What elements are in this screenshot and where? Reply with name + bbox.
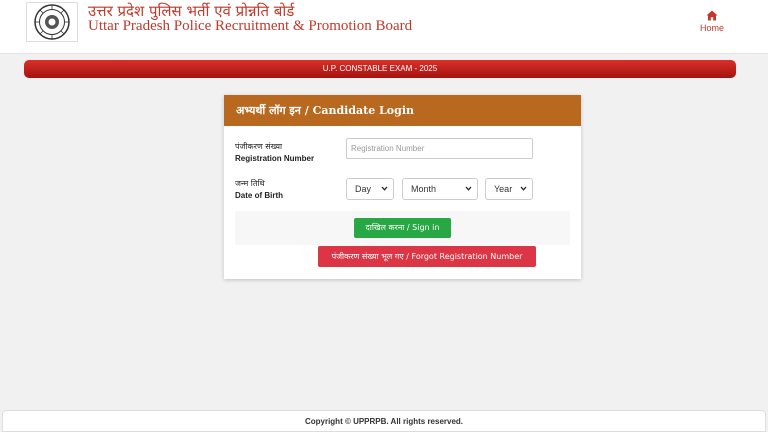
site-title-english: Uttar Pradesh Police Recruitment & Promo… — [88, 18, 413, 34]
year-select-value: Year — [494, 184, 513, 194]
home-icon — [706, 10, 718, 21]
login-card: अभ्यर्थी लॉग इन / Candidate Login पंजीकर… — [224, 95, 581, 279]
exam-banner: U.P. CONSTABLE EXAM - 2025 — [24, 60, 736, 78]
registration-input[interactable] — [346, 138, 533, 159]
month-select[interactable]: Month — [402, 178, 478, 200]
dob-label-english: Date of Birth — [235, 191, 283, 200]
registration-label-hindi: पंजीकरण संख्या — [235, 142, 283, 151]
home-link[interactable]: Home — [696, 10, 728, 33]
dob-label-hindi: जन्म तिथि — [235, 179, 265, 188]
footer-copyright: Copyright © UPPRPB. All rights reserved. — [2, 410, 766, 432]
day-select-value: Day — [355, 184, 372, 194]
registration-label-english: Registration Number — [235, 154, 315, 163]
day-select[interactable]: Day — [346, 178, 394, 200]
site-header: उत्तर प्रदेश पुलिस भर्ती एवं प्रोन्नति ब… — [0, 0, 768, 54]
chevron-down-icon — [465, 186, 472, 191]
month-select-value: Month — [411, 184, 437, 194]
home-label: Home — [699, 23, 724, 33]
year-select[interactable]: Year — [485, 178, 533, 200]
chevron-down-icon — [381, 186, 388, 191]
forgot-registration-button[interactable]: पंजीकरण संख्या भूल गए / Forgot Registrat… — [318, 246, 536, 267]
login-title: अभ्यर्थी लॉग इन / Candidate Login — [224, 95, 581, 126]
dob-label: जन्म तिथि Date of Birth — [235, 178, 283, 202]
sign-in-button[interactable]: दाखिल करना / Sign in — [354, 218, 451, 238]
registration-label: पंजीकरण संख्या Registration Number — [235, 141, 314, 165]
up-police-emblem-icon[interactable] — [26, 2, 78, 42]
chevron-down-icon — [520, 186, 527, 191]
